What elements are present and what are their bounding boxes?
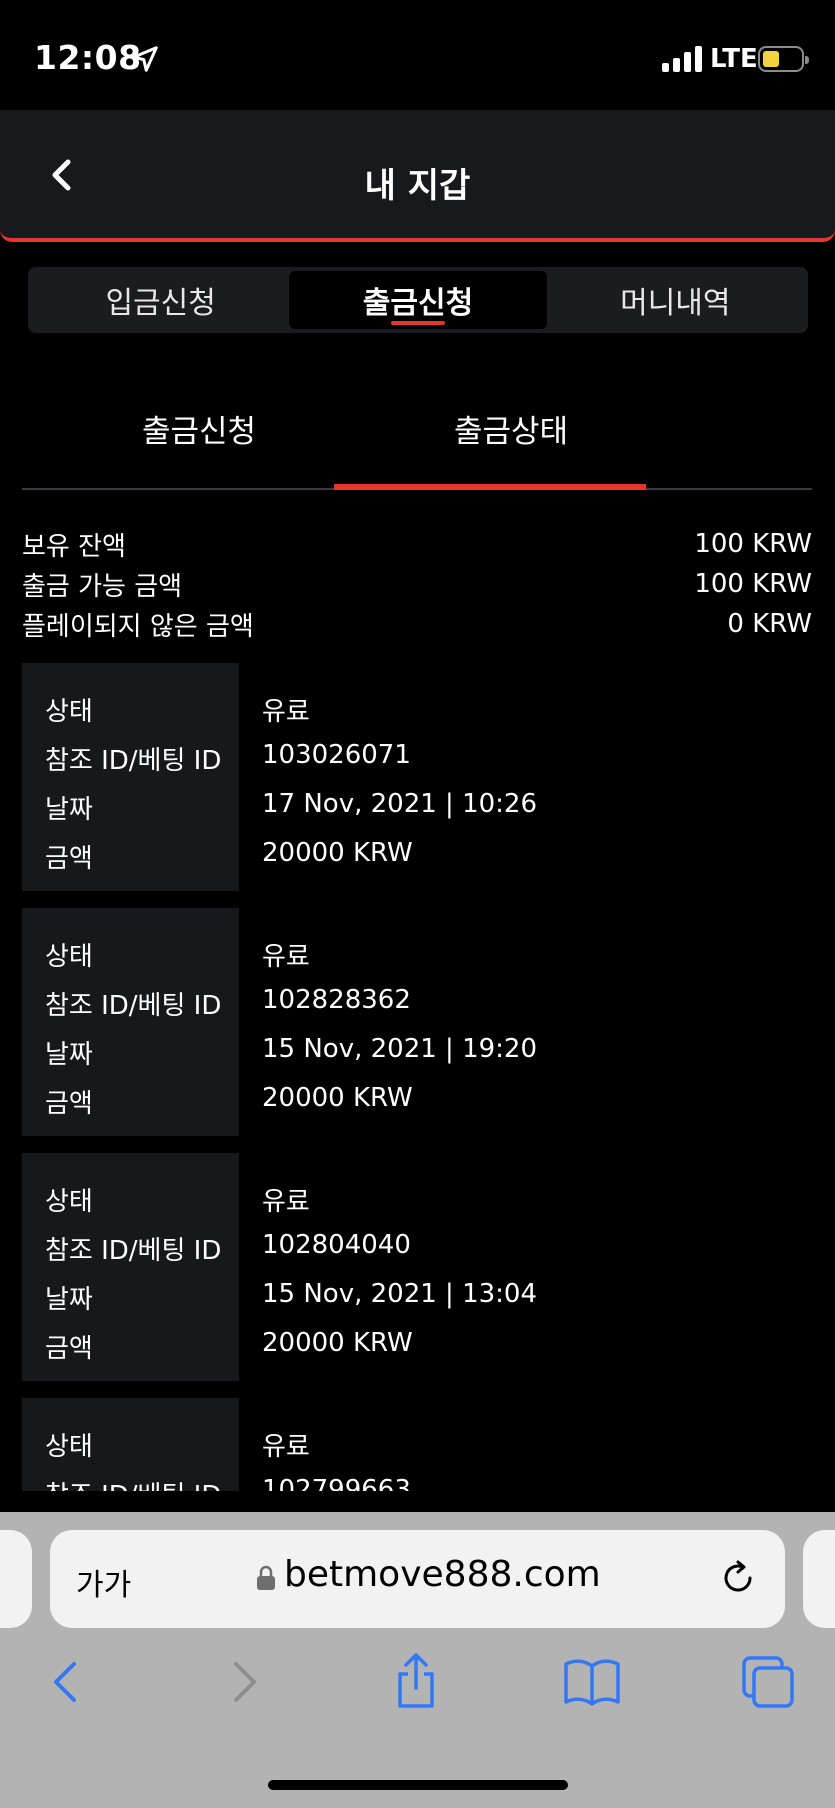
date-value: 15 Nov, 2021 | 19:20 [262, 1034, 538, 1064]
amount-value: 20000 KRW [262, 1328, 413, 1358]
browser-toolbar: 가가 betmove888.com [0, 1512, 835, 1808]
status-time: 12:08 [34, 38, 142, 77]
status-value: 유료 [262, 1432, 310, 1462]
share-icon[interactable] [386, 1652, 446, 1712]
reload-icon[interactable] [718, 1558, 758, 1598]
ref-label: 참조 ID/베팅 ID [45, 746, 222, 776]
status-label: 상태 [45, 1432, 93, 1462]
amount-label: 금액 [45, 844, 93, 874]
balance-value: 100 KRW [694, 569, 812, 599]
browser-back-icon[interactable] [36, 1652, 96, 1712]
page-title: 내 지갑 [364, 166, 471, 206]
amount-value: 20000 KRW [262, 838, 413, 868]
balance-label: 플레이되지 않은 금액 [22, 611, 254, 642]
withdraw-record: 상태 참조 ID/베팅 ID 날짜 금액 유료 102804040 15 Nov… [22, 1153, 812, 1381]
browser-forward-icon[interactable] [214, 1652, 274, 1712]
ref-label: 참조 ID/베팅 ID [45, 991, 222, 1021]
balance-row: 출금 가능 금액 100 KRW [22, 564, 812, 604]
withdraw-records-list[interactable]: 상태 참조 ID/베팅 ID 날짜 금액 유료 103026071 17 Nov… [22, 663, 812, 1491]
text-size-button[interactable]: 가가 [76, 1560, 131, 1604]
tab-money-history[interactable]: 머니내역 [547, 271, 804, 329]
subtab-withdraw-status[interactable]: 출금상태 [356, 406, 666, 451]
balance-row: 플레이되지 않은 금액 0 KRW [22, 604, 812, 644]
amount-label: 금액 [45, 1089, 93, 1119]
ref-value: 102828362 [262, 985, 411, 1015]
tab-withdraw-request[interactable]: 출금신청 [289, 271, 547, 329]
ref-value: 102804040 [262, 1230, 411, 1260]
date-label: 날짜 [45, 1285, 93, 1315]
network-type: LTE [710, 44, 758, 74]
ref-label: 참조 ID/베팅 ID [45, 1475, 221, 1491]
bookmarks-icon[interactable] [562, 1652, 622, 1712]
balance-value: 0 KRW [727, 609, 812, 639]
lock-icon [257, 1565, 275, 1590]
previous-tab-card[interactable] [0, 1530, 32, 1628]
status-label: 상태 [45, 697, 93, 727]
status-value: 유료 [262, 1187, 310, 1217]
date-value: 15 Nov, 2021 | 13:04 [262, 1279, 538, 1309]
status-value: 유료 [262, 942, 310, 972]
location-arrow-icon [132, 46, 158, 72]
active-subtab-indicator [334, 484, 646, 490]
balance-value: 100 KRW [694, 529, 812, 559]
date-value: 17 Nov, 2021 | 10:26 [262, 789, 538, 819]
tab-deposit-request[interactable]: 입금신청 [32, 271, 289, 329]
withdraw-record: 상태 참조 ID/베팅 ID 날짜 금액 유료 102799663 [22, 1398, 812, 1491]
balance-summary: 보유 잔액 100 KRW 출금 가능 금액 100 KRW 플레이되지 않은 … [22, 524, 812, 644]
ref-value: 103026071 [262, 740, 411, 770]
ref-label: 참조 ID/베팅 ID [45, 1236, 222, 1266]
balance-label: 보유 잔액 [22, 531, 126, 562]
status-bar: 12:08 LTE [0, 0, 835, 110]
wallet-tabs: 입금신청 출금신청 머니내역 [28, 267, 808, 333]
url-text: betmove888.com [284, 1554, 601, 1595]
withdraw-record: 상태 참조 ID/베팅 ID 날짜 금액 유료 103026071 17 Nov… [22, 663, 812, 891]
home-indicator [268, 1780, 568, 1790]
balance-label: 출금 가능 금액 [22, 571, 183, 602]
date-label: 날짜 [45, 795, 93, 825]
next-tab-card[interactable] [803, 1530, 835, 1628]
status-value: 유료 [262, 697, 310, 727]
balance-row: 보유 잔액 100 KRW [22, 524, 812, 564]
withdraw-record: 상태 참조 ID/베팅 ID 날짜 금액 유료 102828362 15 Nov… [22, 908, 812, 1136]
ref-value: 102799663 [262, 1475, 411, 1491]
battery-icon [758, 46, 809, 72]
browser-nav [0, 1652, 835, 1732]
signal-bars-icon [662, 46, 702, 72]
amount-value: 20000 KRW [262, 1083, 413, 1113]
address-bar[interactable]: 가가 betmove888.com [50, 1530, 785, 1628]
status-label: 상태 [45, 942, 93, 972]
amount-label: 금액 [45, 1334, 93, 1364]
status-label: 상태 [45, 1187, 93, 1217]
date-label: 날짜 [45, 1040, 93, 1070]
tabs-icon[interactable] [738, 1652, 798, 1712]
withdraw-subtabs: 출금신청 출금상태 [22, 382, 812, 490]
app-header: 내 지갑 [0, 110, 835, 242]
subtab-withdraw-request[interactable]: 출금신청 [44, 406, 354, 451]
